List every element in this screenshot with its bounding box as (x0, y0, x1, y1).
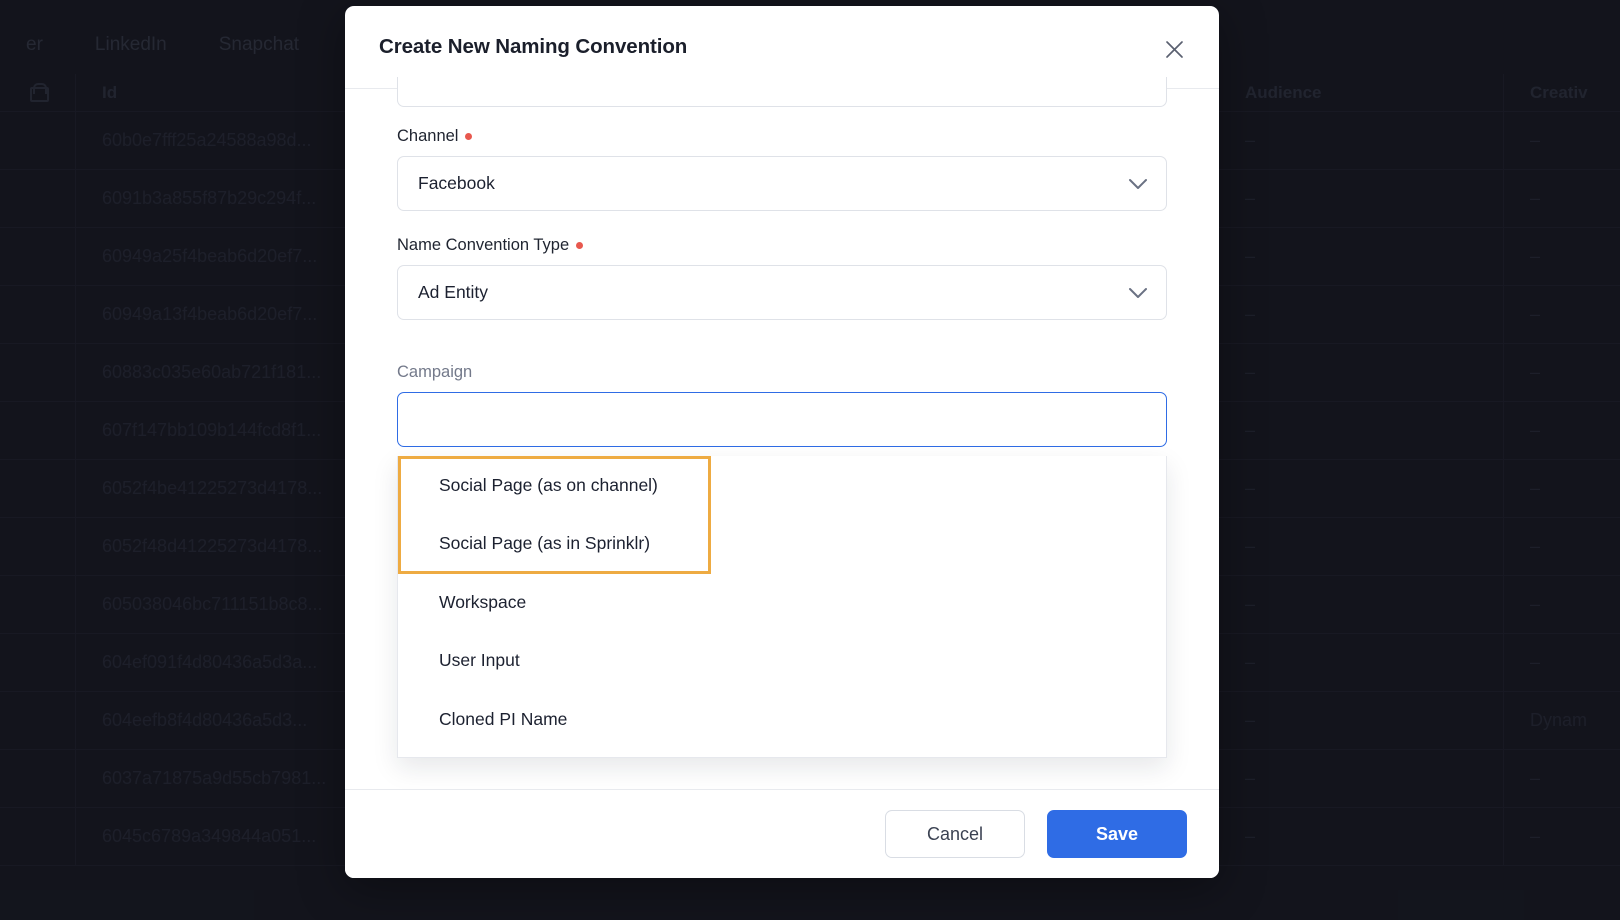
chevron-down-glyph (1129, 178, 1147, 189)
campaign-label-row: Campaign (397, 363, 1167, 382)
channel-label-row: Channel (397, 127, 1167, 146)
dropdown-option[interactable]: Social Page (as on channel) (398, 456, 1166, 515)
dropdown-option[interactable]: Workspace (398, 573, 1166, 632)
required-dot-icon (576, 242, 584, 249)
channel-value: Facebook (418, 173, 495, 193)
chevron-down-glyph (1129, 287, 1147, 298)
dropdown-option[interactable]: Social Page (as in Sprinklr) (398, 515, 1166, 574)
field-name-convention-type: Name Convention Type Ad Entity (397, 236, 1167, 320)
name-convention-type-label: Name Convention Type (397, 236, 570, 254)
close-icon[interactable] (1159, 34, 1189, 64)
campaign-input[interactable] (397, 392, 1167, 447)
save-button[interactable]: Save (1047, 810, 1187, 858)
field-campaign: Campaign (397, 363, 1167, 447)
modal-body: Channel Facebook Name Convention Type Ad… (345, 77, 1219, 789)
dropdown-option[interactable]: User Input (398, 632, 1166, 691)
field-channel: Channel Facebook (397, 127, 1167, 211)
cancel-button[interactable]: Cancel (885, 810, 1025, 858)
name-convention-type-value: Ad Entity (418, 282, 489, 302)
dropdown-option[interactable]: Cloned PI Name (398, 690, 1166, 749)
name-convention-type-label-row: Name Convention Type (397, 236, 1167, 255)
chevron-down-icon (1128, 287, 1148, 299)
channel-select[interactable]: Facebook (397, 156, 1167, 211)
modal-title: Create New Naming Convention (379, 35, 688, 58)
required-dot-icon (465, 133, 473, 140)
create-naming-convention-modal: Create New Naming Convention Channel Fac… (345, 6, 1219, 878)
campaign-label: Campaign (397, 363, 473, 381)
channel-label: Channel (397, 127, 459, 145)
chevron-down-icon (1128, 178, 1148, 190)
name-convention-type-select[interactable]: Ad Entity (397, 265, 1167, 320)
campaign-options-dropdown[interactable]: Social Page (as on channel) Social Page (… (397, 456, 1167, 758)
close-icon-glyph (1165, 40, 1183, 58)
scrolled-field-partial[interactable] (397, 77, 1167, 107)
modal-footer: Cancel Save (345, 789, 1219, 878)
